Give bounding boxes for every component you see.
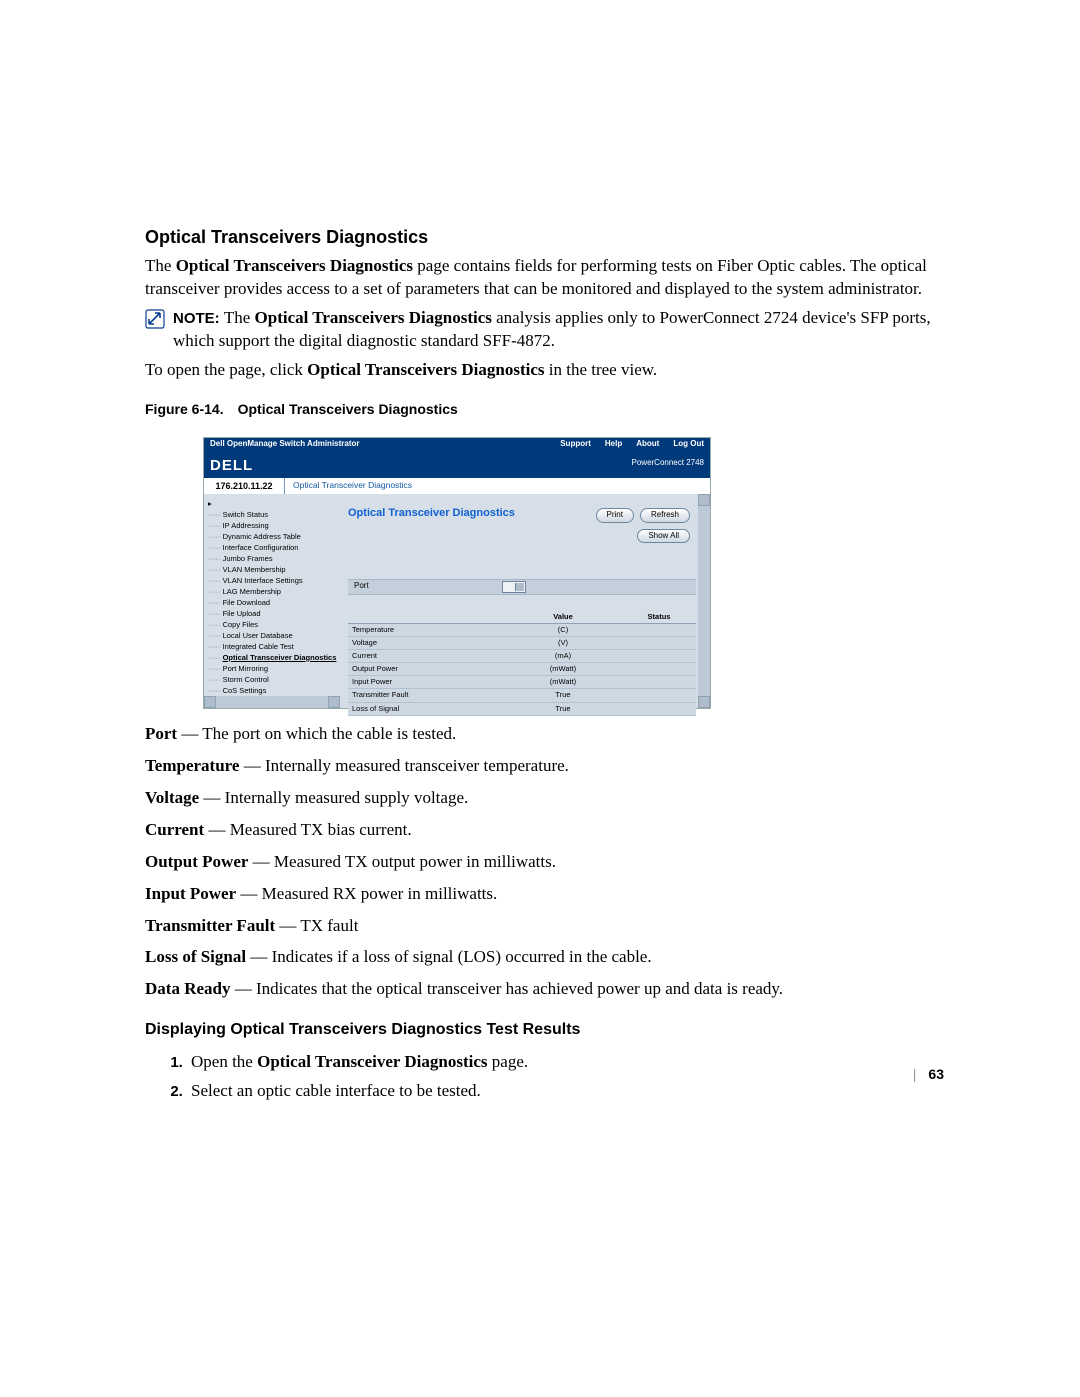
intro-paragraph: The Optical Transceivers Diagnostics pag… <box>145 255 940 301</box>
nav-about[interactable]: About <box>636 439 659 450</box>
text: The <box>145 256 176 275</box>
field-definition: Output Power — Measured TX output power … <box>145 851 940 874</box>
note-icon <box>145 309 165 329</box>
note-text: NOTE: The Optical Transceivers Diagnosti… <box>173 307 940 353</box>
steps-list: Open the Optical Transceiver Diagnostics… <box>145 1051 940 1103</box>
device-ip: 176.210.11.22 <box>204 478 285 494</box>
open-instruction: To open the page, click Optical Transcei… <box>145 359 940 382</box>
col-value: Value <box>504 611 622 624</box>
tree-item[interactable]: ····· VLAN Membership <box>208 564 338 575</box>
field-definition: Current — Measured TX bias current. <box>145 819 940 842</box>
figure-caption: Figure 6-14. Optical Transceivers Diagnos… <box>145 400 940 419</box>
refresh-button[interactable]: Refresh <box>640 508 690 523</box>
tree-item[interactable]: ····· Copy Files <box>208 619 338 630</box>
tree-item[interactable]: ····· IP Addressing <box>208 520 338 531</box>
tree-item[interactable]: ····· Storm Control <box>208 674 338 685</box>
tree-item[interactable]: ····· LAG Membership <box>208 586 338 597</box>
figure-number: Figure 6-14. <box>145 401 224 417</box>
tree-item[interactable]: ····· Jumbo Frames <box>208 553 338 564</box>
screenshot-body: ▸····· Switch Status····· IP Addressing·… <box>204 494 710 708</box>
port-dropdown[interactable] <box>502 581 526 593</box>
field-definition: Transmitter Fault — TX fault <box>145 915 940 938</box>
horizontal-scrollbar[interactable] <box>204 696 340 708</box>
table-row: Loss of SignalTrue <box>348 702 696 715</box>
text: in the tree view. <box>545 360 658 379</box>
tree-item[interactable]: ····· Local User Database <box>208 630 338 641</box>
page-number: |63 <box>913 1065 944 1084</box>
section-title: Optical Transceivers Diagnostics <box>145 225 940 249</box>
print-button[interactable]: Print <box>596 508 634 523</box>
port-label: Port <box>354 581 502 592</box>
text-bold: Optical Transceivers Diagnostics <box>255 308 492 327</box>
tree-item[interactable]: ····· Integrated Cable Test <box>208 641 338 652</box>
port-selector-row: Port <box>348 579 696 595</box>
nav-help[interactable]: Help <box>605 439 622 450</box>
subsection-title: Displaying Optical Transceivers Diagnost… <box>145 1019 940 1041</box>
svg-text:DELL: DELL <box>210 457 253 474</box>
diagnostics-table: Value Status Temperature(C)Voltage(V)Cur… <box>348 611 696 716</box>
nav-support[interactable]: Support <box>560 439 591 450</box>
tree-item[interactable]: ····· Switch Status <box>208 509 338 520</box>
action-buttons: Print Refresh Show All <box>570 508 690 544</box>
tree-item[interactable]: ····· VLAN Interface Settings <box>208 575 338 586</box>
breadcrumb: 176.210.11.22 Optical Transceiver Diagno… <box>204 478 710 494</box>
col-status: Status <box>622 611 696 624</box>
tree-item[interactable]: ····· Dynamic Address Table <box>208 531 338 542</box>
tree-item[interactable]: ····· File Upload <box>208 608 338 619</box>
device-model: PowerConnect 2748 <box>632 458 705 469</box>
field-definition: Port — The port on which the cable is te… <box>145 723 940 746</box>
dell-logo: DELL <box>210 456 270 474</box>
scroll-up-arrow-icon[interactable] <box>698 494 710 506</box>
brand-bar: DELL PowerConnect 2748 <box>204 452 710 478</box>
show-all-button[interactable]: Show All <box>637 529 690 544</box>
text-bold: Optical Transceivers Diagnostics <box>176 256 413 275</box>
main-panel: Optical Transceiver Diagnostics Print Re… <box>340 494 710 708</box>
text: The <box>224 308 255 327</box>
note-block: NOTE: The Optical Transceivers Diagnosti… <box>145 307 940 353</box>
embedded-screenshot: Dell OpenManage Switch Administrator Sup… <box>203 437 711 709</box>
nav-logout[interactable]: Log Out <box>673 439 704 450</box>
tree-item[interactable]: ····· Port Mirroring <box>208 663 338 674</box>
field-definition: Temperature — Internally measured transc… <box>145 755 940 778</box>
table-row: Current(mA) <box>348 650 696 663</box>
tree-item[interactable]: ····· Optical Transceiver Diagnostics <box>208 652 338 663</box>
scroll-down-arrow-icon[interactable] <box>698 696 710 708</box>
scroll-right-arrow-icon[interactable] <box>328 696 340 708</box>
app-title: Dell OpenManage Switch Administrator <box>210 439 360 450</box>
scroll-track[interactable] <box>698 506 710 696</box>
step-item: Select an optic cable interface to be te… <box>187 1080 940 1103</box>
field-definition: Voltage — Internally measured supply vol… <box>145 787 940 810</box>
breadcrumb-path: Optical Transceiver Diagnostics <box>285 478 710 494</box>
field-definition: Input Power — Measured RX power in milli… <box>145 883 940 906</box>
step-item: Open the Optical Transceiver Diagnostics… <box>187 1051 940 1074</box>
tree-item[interactable]: ····· Interface Configuration <box>208 542 338 553</box>
note-label: NOTE: <box>173 310 224 327</box>
table-row: Voltage(V) <box>348 636 696 649</box>
field-definitions: Port — The port on which the cable is te… <box>145 723 940 1001</box>
nav-tree[interactable]: ▸····· Switch Status····· IP Addressing·… <box>204 494 340 708</box>
table-row: Transmitter FaultTrue <box>348 689 696 702</box>
table-row: Output Power(mWatt) <box>348 663 696 676</box>
text-bold: Optical Transceivers Diagnostics <box>307 360 544 379</box>
scroll-track[interactable] <box>216 696 328 708</box>
figure-title: Optical Transceivers Diagnostics <box>238 401 458 417</box>
document-page: Optical Transceivers Diagnostics The Opt… <box>0 0 1080 1397</box>
field-definition: Loss of Signal — Indicates if a loss of … <box>145 946 940 969</box>
table-row: Temperature(C) <box>348 623 696 636</box>
text: To open the page, click <box>145 360 307 379</box>
scroll-left-arrow-icon[interactable] <box>204 696 216 708</box>
app-titlebar: Dell OpenManage Switch Administrator Sup… <box>204 438 710 452</box>
tree-item[interactable]: ····· CoS Settings <box>208 685 338 696</box>
field-definition: Data Ready — Indicates that the optical … <box>145 978 940 1001</box>
tree-item[interactable]: ····· File Download <box>208 597 338 608</box>
table-row: Input Power(mWatt) <box>348 676 696 689</box>
vertical-scrollbar[interactable] <box>698 494 710 708</box>
